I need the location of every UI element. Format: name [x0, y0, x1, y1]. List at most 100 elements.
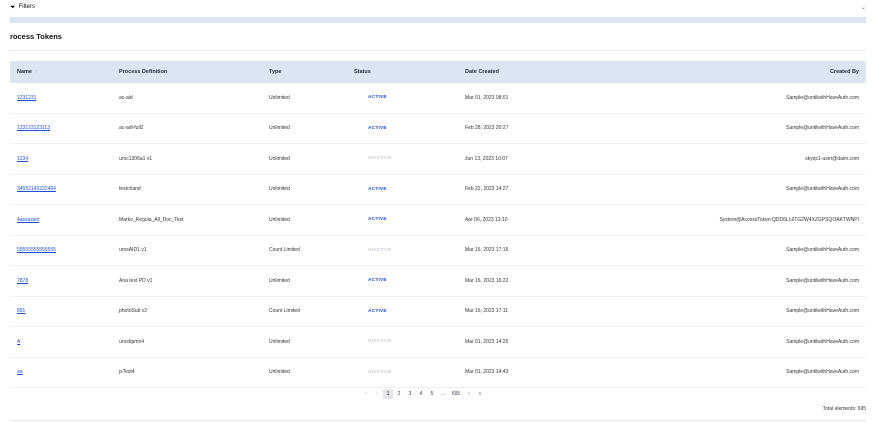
- status-cell: INACTIVE: [354, 236, 392, 266]
- token-name-cell: 123123123113: [17, 114, 50, 144]
- page-title: rocess Tokens: [10, 32, 62, 41]
- date-created-cell: Feb 28, 2023 20:27: [465, 125, 509, 132]
- page-button-4[interactable]: 4: [416, 389, 426, 399]
- status-cell: INACTIVE: [354, 358, 392, 388]
- table-body: 1231231 ac-aid Unlimited ACTIVE Mar 01, 2023…: [10, 83, 866, 388]
- token-name-link[interactable]: A: [17, 339, 20, 345]
- table-row: 891 photoSub v2 Count Limited ACTIVE Mar 16,…: [10, 297, 866, 327]
- status-badge: INACTIVE: [368, 369, 392, 375]
- type-cell: Unlimited: [269, 369, 290, 376]
- token-name-link[interactable]: aa: [17, 369, 23, 375]
- created-by-cell: skyqc1-user@daim.com: [805, 155, 859, 162]
- column-header-created-by[interactable]: Created By: [830, 61, 859, 83]
- page-button-3[interactable]: 3: [405, 389, 415, 399]
- status-cell: INACTIVE: [354, 327, 392, 357]
- process-definition-cell: Ana test PD v1: [119, 277, 153, 284]
- type-cell: Unlimited: [269, 186, 290, 193]
- status-badge: ACTIVE: [368, 125, 387, 131]
- next-page-button[interactable]: ›: [464, 389, 474, 399]
- process-definition-cell: ac-aid-full2: [119, 125, 144, 132]
- last-page-button[interactable]: »: [475, 389, 485, 399]
- chevron-icon[interactable]: ⌄: [861, 4, 874, 11]
- pagination-ellipsis: ...: [440, 391, 446, 397]
- tokens-table: Name ↑ Process Definition Type Status Da…: [10, 61, 866, 388]
- created-by-cell: Sample@untilwithHaveAuth.com: [786, 125, 859, 132]
- process-definition-cell: ac-aid: [119, 94, 133, 101]
- token-name-cell: 891: [17, 297, 25, 327]
- process-definition-cell: urosAID1 v1: [119, 247, 147, 254]
- date-created-cell: Jun 13, 2023 10:07: [465, 155, 508, 162]
- table-row: 1231231 ac-aid Unlimited ACTIVE Mar 01, 2023…: [10, 83, 866, 114]
- date-created-cell: Feb 22, 2023 14:27: [465, 186, 509, 193]
- status-cell: ACTIVE: [354, 114, 387, 144]
- date-created-cell: Mar 16, 2023 17:16: [465, 247, 509, 254]
- type-cell: Count Limited: [269, 247, 300, 254]
- type-cell: Count Limited: [269, 308, 300, 315]
- status-badge: INACTIVE: [368, 156, 392, 162]
- token-name-link[interactable]: 55555555555555: [17, 247, 56, 253]
- token-name-link[interactable]: 4assassin: [17, 217, 39, 223]
- date-created-cell: Mar 16, 2023 17:11: [465, 308, 508, 315]
- status-badge: INACTIVE: [368, 339, 392, 345]
- token-name-link[interactable]: 7878: [17, 278, 28, 284]
- process-definition-cell: uroc1306a1 v1: [119, 155, 153, 162]
- status-badge: ACTIVE: [368, 278, 387, 284]
- created-by-cell: Sample@untilwithHaveAuth.com: [786, 247, 859, 254]
- status-badge: ACTIVE: [368, 95, 387, 101]
- sort-ascending-icon[interactable]: ↑: [35, 69, 38, 75]
- created-by-cell: Sample@untilwithHaveAuth.com: [786, 338, 859, 345]
- page-button-2[interactable]: 2: [394, 389, 404, 399]
- table-row: 4assassin Marko_Regula_All_Doc_Test Unlimi…: [10, 205, 866, 236]
- token-name-link[interactable]: 123123123113: [17, 125, 50, 131]
- total-elements: Total elements: 695: [822, 406, 866, 412]
- type-cell: Unlimited: [269, 125, 290, 132]
- filter-icon: ⏷: [10, 3, 16, 11]
- page-button-5[interactable]: 5: [427, 389, 437, 399]
- type-cell: Unlimited: [269, 216, 290, 223]
- created-by-cell: Sample@untilwithHaveAuth.com: [786, 277, 859, 284]
- token-name-link[interactable]: 1231231: [17, 95, 36, 101]
- column-header-name[interactable]: Name ↑: [17, 61, 38, 83]
- table-row: aa jsTest4 Unlimited INACTIVE Mar 01, 2023 1…: [10, 358, 866, 388]
- token-name-cell: 7878: [17, 266, 28, 296]
- status-cell: INACTIVE: [354, 144, 392, 174]
- process-definition-cell: jsTest4: [119, 369, 135, 376]
- token-name-cell: A: [17, 327, 20, 357]
- token-name-cell: 4assassin: [17, 205, 39, 235]
- first-page-button[interactable]: «: [361, 389, 371, 399]
- status-cell: ACTIVE: [354, 297, 387, 327]
- date-created-cell: Mar 01, 2023 14:26: [465, 338, 509, 345]
- status-cell: ACTIVE: [354, 205, 387, 235]
- token-name-link[interactable]: 891: [17, 308, 25, 314]
- divider: [10, 420, 866, 421]
- column-header-type[interactable]: Type: [269, 61, 281, 83]
- table-row: 7878 Ana test PD v1 Unlimited ACTIVE Mar 16,…: [10, 266, 866, 297]
- table-row: 1234 uroc1306a1 v1 Unlimited INACTIVE Jun 13…: [10, 144, 866, 175]
- pagination: « ‹ 1 2 3 4 5 ... 695 › »: [361, 388, 486, 400]
- status-cell: ACTIVE: [354, 83, 387, 113]
- type-cell: Unlimited: [269, 277, 290, 284]
- date-created-cell: Mar 16, 2023 16:22: [465, 277, 509, 284]
- column-header-date-created[interactable]: Date Created: [465, 61, 499, 83]
- token-name-cell: 34552145322464: [17, 175, 56, 205]
- process-definition-cell: photoSub v2: [119, 308, 148, 315]
- created-by-cell: Sample@untilwithHaveAuth.com: [786, 94, 859, 101]
- token-name-link[interactable]: 1234: [17, 156, 28, 162]
- type-cell: Unlimited: [269, 155, 290, 162]
- token-name-cell: aa: [17, 358, 23, 388]
- table-row: Aurosbpmn4 Unlimited INACTIVE Mar 01, 2023 …: [10, 327, 866, 358]
- prev-page-button[interactable]: ‹: [372, 389, 382, 399]
- type-cell: Unlimited: [269, 94, 290, 101]
- filters-label: Filters: [18, 4, 35, 10]
- filters-toggle[interactable]: ⏷ Filters: [0, 4, 35, 11]
- table-header: Name ↑ Process Definition Type Status Da…: [10, 61, 866, 83]
- created-by-cell: Sample@untilwithHaveAuth.com: [786, 186, 859, 193]
- column-header-process-definition[interactable]: Process Definition: [119, 61, 167, 83]
- page-button-1[interactable]: 1: [383, 389, 393, 399]
- page-button-last-number[interactable]: 695: [449, 389, 463, 399]
- column-header-status[interactable]: Status: [354, 61, 371, 83]
- filters-bar[interactable]: ⏷ Filters ⌄: [0, 0, 874, 14]
- process-definition-cell: testchand: [119, 186, 141, 193]
- token-name-link[interactable]: 34552145322464: [17, 186, 56, 192]
- status-cell: ACTIVE: [354, 175, 387, 205]
